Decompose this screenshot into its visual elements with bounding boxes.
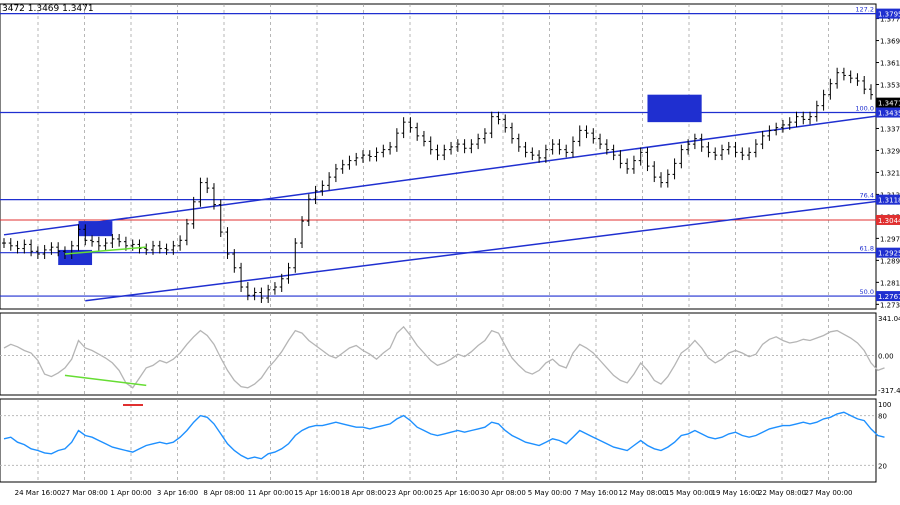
y-tick-label: 1.3297 xyxy=(880,147,900,155)
zone-box xyxy=(78,221,113,237)
trading-chart: 3472 1.3469 1.3471 24 Mar 16:00 27 Mar 08… xyxy=(0,0,900,500)
y-tick-label: 1.2817 xyxy=(880,279,900,287)
rsi-tick-label: 100 xyxy=(878,401,891,409)
x-tick-label: 18 Apr 08:00 xyxy=(341,489,387,497)
y-tick-label: 1.3537 xyxy=(880,82,900,90)
x-tick-label: 15 May 00:00 xyxy=(665,489,713,497)
x-tick-label: 1 Apr 00:00 xyxy=(110,489,151,497)
x-tick-label: 30 Apr 08:00 xyxy=(480,489,526,497)
price-label: 1.3795 xyxy=(878,11,900,19)
x-tick-label: 23 Apr 00:00 xyxy=(387,489,433,497)
price-label: 1.3044 xyxy=(878,217,900,225)
x-tick-label: 11 Apr 00:00 xyxy=(248,489,294,497)
cci-divergence-line xyxy=(64,374,147,387)
y-tick-label: 1.3377 xyxy=(880,125,900,133)
x-tick-label: 15 Apr 16:00 xyxy=(294,489,340,497)
channel-line xyxy=(3,112,900,236)
x-tick-label: 19 May 16:00 xyxy=(711,489,759,497)
y-tick-label: 1.3217 xyxy=(880,169,900,177)
y-tick-label: 1.3697 xyxy=(880,38,900,46)
fib-level-label: 50.0 xyxy=(860,288,874,296)
rsi-tick-label: 20 xyxy=(878,462,887,470)
cci-series-line xyxy=(3,325,885,389)
x-tick-label: 27 Mar 08:00 xyxy=(61,489,108,497)
rsi-tick-label: 80 xyxy=(878,413,887,421)
price-label: 1.3471 xyxy=(878,100,900,108)
x-tick-label: 22 May 08:00 xyxy=(758,489,806,497)
cci-tick-label: -317.444 xyxy=(878,387,900,395)
y-tick-label: 1.2737 xyxy=(880,301,900,309)
rsi-series-line xyxy=(3,411,885,460)
panel-frame-2 xyxy=(0,398,877,483)
zone-box xyxy=(647,94,702,123)
chart-svg: 3472 1.3469 1.3471 24 Mar 16:00 27 Mar 08… xyxy=(0,3,900,497)
x-tick-label: 7 May 16:00 xyxy=(574,489,618,497)
fib-level-label: 76.4 xyxy=(860,192,874,200)
x-tick-label: 12 May 08:00 xyxy=(618,489,666,497)
x-tick-label: 27 May 00:00 xyxy=(804,489,852,497)
x-tick-label: 8 Apr 08:00 xyxy=(203,489,244,497)
price-label: 1.3118 xyxy=(878,197,900,205)
cci-tick-label: 0.00 xyxy=(878,352,894,360)
fib-level-label: 127.2 xyxy=(855,6,874,14)
x-tick-label: 24 Mar 16:00 xyxy=(15,489,62,497)
ohlc-readout: 3472 1.3469 1.3471 xyxy=(2,4,94,14)
fib-level-label: 100.0 xyxy=(855,105,874,113)
x-tick-label: 3 Apr 16:00 xyxy=(157,489,198,497)
y-tick-label: 1.3617 xyxy=(880,60,900,68)
y-tick-label: 1.2897 xyxy=(880,257,900,265)
x-tick-label: 25 Apr 16:00 xyxy=(434,489,480,497)
y-tick-label: 1.2977 xyxy=(880,235,900,243)
price-label: 1.3435 xyxy=(878,110,900,118)
price-label: 1.2925 xyxy=(878,250,900,258)
price-label: 1.2767 xyxy=(878,293,900,301)
cci-tick-label: 341.0423 xyxy=(878,315,900,323)
x-tick-label: 5 May 00:00 xyxy=(528,489,572,497)
fib-level-label: 61.8 xyxy=(860,245,874,253)
